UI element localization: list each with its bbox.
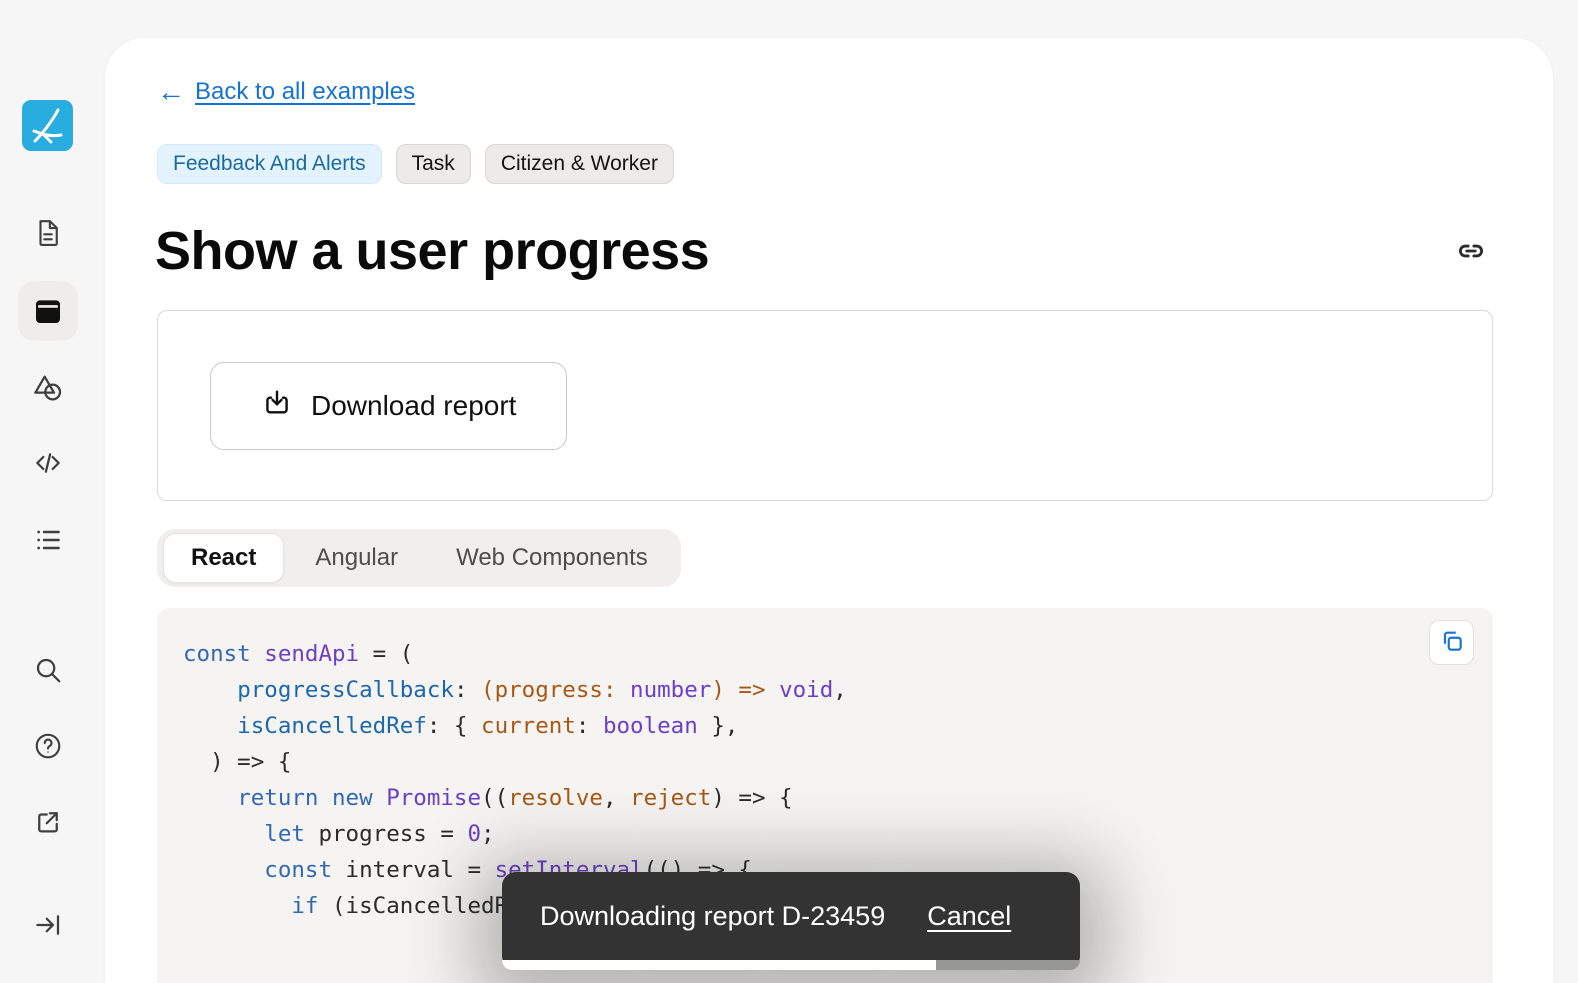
collapse-sidebar-icon [33, 910, 63, 940]
toast-progress-fill [502, 960, 936, 970]
tag-row: Feedback And Alerts Task Citizen & Worke… [157, 144, 674, 184]
tab-react[interactable]: React [163, 533, 284, 583]
link-icon [1454, 234, 1488, 271]
list-icon [32, 524, 64, 556]
app-window-icon [32, 295, 64, 327]
sidebar [0, 0, 105, 983]
app-logo[interactable] [22, 100, 73, 151]
sidebar-item-code[interactable] [18, 433, 78, 493]
page-title: Show a user progress [155, 220, 709, 282]
sidebar-item-help[interactable] [18, 716, 78, 776]
sidebar-collapse-button[interactable] [18, 895, 78, 955]
tag-feedback-and-alerts[interactable]: Feedback And Alerts [157, 144, 382, 184]
tag-citizen-worker[interactable]: Citizen & Worker [485, 144, 674, 184]
search-icon [33, 655, 63, 685]
logo-glyph [30, 108, 66, 144]
sidebar-item-docs[interactable] [18, 203, 78, 263]
tab-web-components[interactable]: Web Components [429, 534, 675, 582]
code-icon [32, 447, 64, 479]
copy-icon [1439, 628, 1465, 657]
sidebar-item-search[interactable] [18, 640, 78, 700]
back-to-examples-link[interactable]: ← Back to all examples [157, 78, 415, 106]
toast-progress-track [502, 960, 1080, 970]
heading-anchor-button[interactable] [1451, 232, 1491, 272]
download-button-label: Download report [311, 390, 516, 422]
download-icon [261, 387, 293, 426]
back-link-label: Back to all examples [195, 78, 415, 106]
live-demo-panel: Download report [157, 310, 1493, 501]
external-link-icon [33, 807, 63, 837]
sidebar-item-examples[interactable] [18, 281, 78, 341]
main-content-card: ← Back to all examples Feedback And Aler… [105, 38, 1553, 983]
copy-code-button[interactable] [1429, 620, 1474, 665]
document-icon [33, 218, 63, 248]
toast-message: Downloading report D-23459 [540, 901, 885, 932]
download-toast: Downloading report D-23459 Cancel [502, 872, 1080, 970]
download-report-button[interactable]: Download report [210, 362, 567, 450]
framework-tabs: React Angular Web Components [157, 529, 681, 587]
back-arrow-icon: ← [157, 78, 185, 106]
sidebar-item-external[interactable] [18, 792, 78, 852]
help-icon [33, 731, 63, 761]
tag-task[interactable]: Task [396, 144, 471, 184]
sidebar-item-changelog[interactable] [18, 510, 78, 570]
shapes-icon [32, 372, 64, 404]
toast-cancel-button[interactable]: Cancel [927, 901, 1011, 932]
sidebar-item-components[interactable] [18, 358, 78, 418]
tab-angular[interactable]: Angular [288, 534, 425, 582]
